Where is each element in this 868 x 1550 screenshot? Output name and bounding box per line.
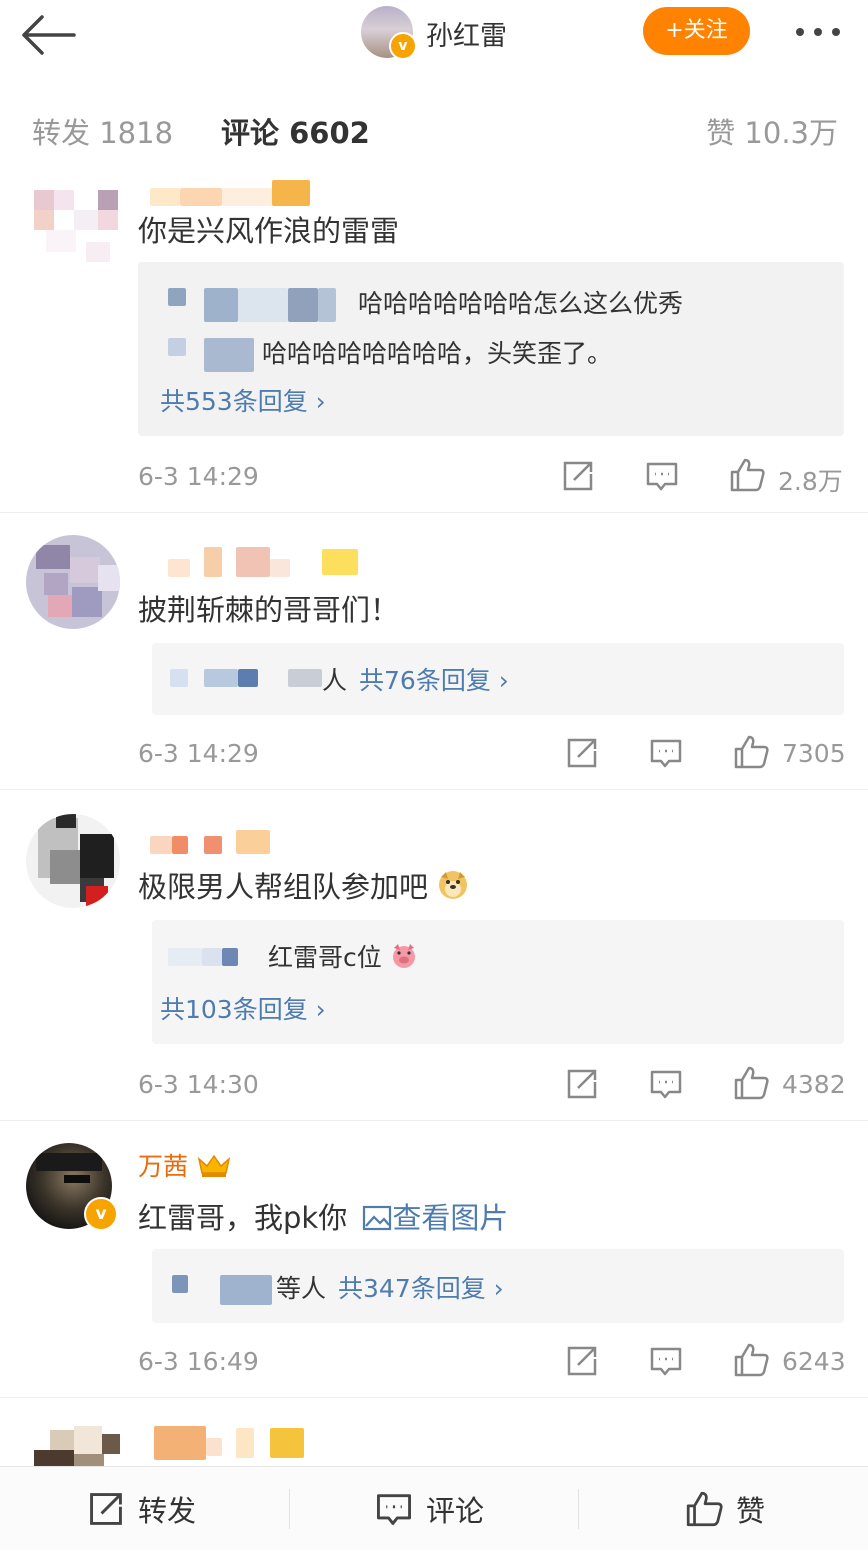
comment-username[interactable]: 万茜: [138, 1147, 232, 1183]
view-replies-link[interactable]: 共76条回复 ›: [359, 666, 509, 695]
comment-item: 你是兴风作浪的雷雷 哈哈哈哈哈哈哈怎么这么优秀 哈哈哈哈哈哈哈哈，头笑歪了。 共…: [0, 176, 868, 512]
reply-count[interactable]: 共553条回复: [160, 387, 308, 416]
top-nav-bar: v 孙红雷 +关注: [0, 0, 868, 81]
repost-label: 转发: [138, 1493, 197, 1528]
comment-text: 你是兴风作浪的雷雷: [138, 214, 400, 248]
repost-icon[interactable]: [564, 735, 600, 775]
like-icon[interactable]: [732, 1341, 770, 1383]
comment-item: 极限男人帮组队参加吧 红雷哥c位 共103条回复 › 6-3 14:30 438…: [0, 790, 868, 1120]
more-dots-icon[interactable]: [792, 14, 852, 50]
comment-icon[interactable]: [648, 1343, 684, 1383]
view-image-link[interactable]: 查看图片: [362, 1201, 508, 1235]
repost-icon[interactable]: [564, 1343, 600, 1383]
tab-repost[interactable]: 转发 1818: [32, 110, 173, 152]
like-count: 7305: [782, 739, 846, 768]
avatar[interactable]: [26, 814, 120, 908]
repost-icon: [90, 1492, 122, 1525]
like-icon[interactable]: [728, 456, 766, 498]
avatar[interactable]: v: [26, 1143, 120, 1237]
comment-text: 红雷哥，我pk你 查看图片: [138, 1195, 508, 1237]
username-text[interactable]: 万茜: [138, 1152, 188, 1181]
comment-icon[interactable]: [644, 458, 680, 498]
reply-box[interactable]: 哈哈哈哈哈哈哈怎么这么优秀 哈哈哈哈哈哈哈哈，头笑歪了。 共553条回复 ›: [138, 262, 844, 436]
comment-icon[interactable]: [648, 1066, 684, 1106]
like-count: 4382: [782, 1070, 846, 1099]
image-icon: [363, 1205, 392, 1231]
chevron-right-icon: ›: [315, 995, 326, 1024]
follow-button[interactable]: +关注: [643, 7, 750, 55]
repost-icon[interactable]: [560, 458, 596, 498]
pig-emoji-icon: [392, 944, 415, 968]
repost-icon[interactable]: [564, 1066, 600, 1106]
bottom-action-bar: 转发 评论 赞: [0, 1466, 868, 1550]
comment-icon: [377, 1493, 411, 1525]
chevron-right-icon: ›: [490, 666, 509, 695]
comment-time: 6-3 16:49: [138, 1347, 259, 1376]
vip-crown-icon: [197, 1154, 231, 1177]
reply-line: 红雷哥c位: [268, 938, 418, 974]
comment-icon[interactable]: [648, 735, 684, 775]
avatar[interactable]: [26, 535, 120, 629]
view-replies-link[interactable]: 共347条回复 ›: [338, 1274, 504, 1303]
author-avatar[interactable]: v: [361, 6, 417, 60]
reply-box[interactable]: 等人 共347条回复 ›: [152, 1249, 844, 1323]
view-replies-link[interactable]: 共103条回复 ›: [160, 990, 326, 1026]
comment-time: 6-3 14:29: [138, 739, 259, 768]
comment-label: 评论: [426, 1493, 485, 1528]
verified-badge-icon: v: [84, 1197, 118, 1231]
tab-bar: 转发 1818 评论 6602 赞 10.3万: [0, 80, 868, 176]
reply-box[interactable]: 人共76条回复 ›: [152, 643, 844, 715]
chevron-right-icon: ›: [485, 1274, 504, 1303]
comment-body: 红雷哥，我pk你: [138, 1201, 348, 1235]
comment-item: v 万茜 红雷哥，我pk你 查看图片 等人 共347条回复 › 6-3 16:49…: [0, 1121, 868, 1397]
like-label: 赞: [736, 1493, 766, 1528]
comment-text: 披荆斩棘的哥哥们！: [138, 593, 400, 627]
like-button[interactable]: 赞: [684, 1467, 765, 1550]
like-icon[interactable]: [732, 733, 770, 775]
like-icon[interactable]: [732, 1064, 770, 1106]
comment-button[interactable]: 评论: [374, 1467, 484, 1550]
reply-count[interactable]: 共76条回复: [359, 666, 491, 695]
like-icon: [686, 1491, 723, 1526]
comment-text: 极限男人帮组队参加吧: [138, 864, 469, 906]
like-count: 2.8万: [778, 467, 843, 496]
back-arrow-icon[interactable]: [18, 12, 78, 58]
comment-body: 极限男人帮组队参加吧: [138, 870, 429, 904]
repost-button[interactable]: 转发: [86, 1467, 196, 1550]
author-name[interactable]: 孙红雷: [426, 14, 507, 53]
reply-line: 等人 共347条回复 ›: [276, 1269, 504, 1305]
reply-line: 人共76条回复 ›: [322, 661, 509, 697]
avatar[interactable]: [26, 182, 120, 276]
view-replies-link[interactable]: 共553条回复 ›: [160, 382, 326, 418]
reply-count[interactable]: 共347条回复: [338, 1274, 486, 1303]
reply-count[interactable]: 共103条回复: [160, 995, 308, 1024]
chevron-right-icon: ›: [315, 387, 326, 416]
comment-item: 披荆斩棘的哥哥们！ 人共76条回复 › 6-3 14:29 7305: [0, 513, 868, 789]
reply-box[interactable]: 红雷哥c位 共103条回复 ›: [152, 920, 844, 1044]
reply-line: 哈哈哈哈哈哈哈哈，头笑歪了。: [262, 339, 613, 368]
reply-suffix: 人: [322, 666, 348, 695]
verified-badge-icon: v: [389, 32, 417, 60]
reply-suffix: 等人: [276, 1274, 327, 1303]
reply-line: 哈哈哈哈哈哈哈怎么这么优秀: [358, 289, 684, 318]
comment-time: 6-3 14:30: [138, 1070, 259, 1099]
view-image-text[interactable]: 查看图片: [392, 1201, 508, 1235]
avatar[interactable]: [26, 1424, 120, 1466]
comment-item: [0, 1398, 868, 1466]
tab-comment[interactable]: 评论 6602: [221, 110, 370, 152]
doge-emoji-icon: [439, 871, 468, 899]
tab-like[interactable]: 赞 10.3万: [706, 110, 838, 152]
like-count: 6243: [782, 1347, 846, 1376]
reply-text: 红雷哥c位: [268, 943, 382, 972]
comment-time: 6-3 14:29: [138, 462, 259, 491]
